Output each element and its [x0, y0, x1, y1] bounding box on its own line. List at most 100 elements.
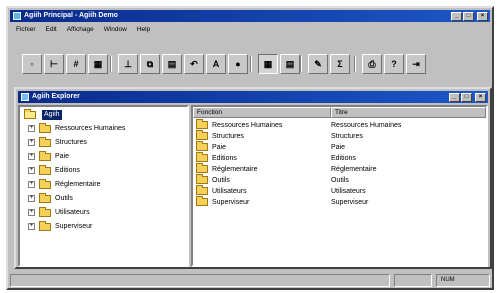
font-icon: A: [212, 59, 220, 69]
expand-icon[interactable]: +: [28, 153, 35, 160]
grid-button[interactable]: #: [66, 54, 86, 74]
minimize-button[interactable]: _: [451, 12, 462, 21]
table-button[interactable]: ▦: [88, 54, 108, 74]
color-button[interactable]: ●: [228, 54, 248, 74]
column-header-fonction[interactable]: Fonction: [193, 107, 331, 118]
folder-icon: [39, 220, 51, 231]
menu-edit[interactable]: Edit: [46, 26, 57, 33]
menu-help[interactable]: Help: [137, 26, 150, 33]
list-item[interactable]: Superviseur Superviseur: [193, 196, 486, 207]
print-preview-icon: ▤: [167, 58, 177, 69]
expand-icon[interactable]: +: [28, 195, 35, 202]
list-item[interactable]: Utilisateurs Utilisateurs: [193, 185, 486, 196]
toolbar-separator: [110, 56, 112, 72]
tree-item[interactable]: + Réglementaire: [28, 178, 101, 191]
font-button[interactable]: A: [206, 54, 226, 74]
menu-window[interactable]: Window: [104, 26, 127, 33]
status-bar: NUM: [10, 274, 490, 288]
function-cell: Paie: [212, 143, 227, 151]
status-message: [10, 274, 390, 287]
close-button[interactable]: ×: [477, 12, 488, 21]
view-small-icon: ▫: [30, 59, 34, 69]
grid-view-icon: ▦: [263, 58, 273, 69]
main-title-bar[interactable]: Agiih Principal - Agiih Demo _ □ ×: [10, 10, 490, 22]
maximize-button[interactable]: □: [463, 12, 474, 21]
toolbar: ▫ ⊢ # ▦ ⊥ ⧉ ▤ ↶ A ● ▦ ▤ ✎ Σ ⎙? ⇥: [22, 54, 492, 75]
window-title: Agiih Principal - Agiih Demo: [24, 12, 118, 19]
pin-button[interactable]: ⊥: [118, 54, 138, 74]
tree-root[interactable]: Agiih: [24, 108, 62, 120]
folder-icon: [196, 196, 208, 206]
folder-icon: [39, 150, 51, 161]
function-cell: Ressources Humaines: [212, 121, 283, 129]
list-pane[interactable]: Fonction Titre Ressources Humaines Ressou…: [191, 105, 488, 267]
list-item[interactable]: Structures Structures: [193, 130, 486, 141]
tree-button[interactable]: ⊢: [44, 54, 64, 74]
explorer-title-bar[interactable]: Agiih Explorer _ □ ×: [18, 91, 488, 103]
help-icon: ?: [391, 59, 397, 69]
list-item[interactable]: Réglementaire Réglementaire: [193, 163, 486, 174]
title-cell: Editions: [331, 154, 356, 162]
status-num-indicator: NUM: [436, 274, 490, 287]
folder-icon: [39, 206, 51, 217]
folder-icon: [196, 141, 208, 151]
folder-open-icon: [24, 108, 36, 119]
menu-affichage[interactable]: Affichage: [67, 26, 94, 33]
expand-icon[interactable]: +: [28, 139, 35, 146]
tree-item-label: Ressources Humaines: [55, 125, 126, 132]
edit-icon: ✎: [314, 58, 322, 69]
explorer-maximize-button[interactable]: □: [461, 93, 472, 102]
app-icon[interactable]: [13, 12, 21, 20]
tree-item[interactable]: + Superviseur: [28, 220, 92, 233]
list-item[interactable]: Outils Outils: [193, 174, 486, 185]
tree-item[interactable]: + Outils: [28, 192, 73, 205]
tree-item-label: Utilisateurs: [55, 209, 90, 216]
help-button[interactable]: ?: [384, 54, 404, 74]
explorer-window: Agiih Explorer _ □ × Agiih + Ressources H…: [14, 87, 492, 269]
tree-item[interactable]: + Structures: [28, 136, 87, 149]
title-cell: Paie: [331, 143, 346, 151]
printer-button[interactable]: ⎙: [362, 54, 382, 74]
expand-icon[interactable]: +: [28, 223, 35, 230]
list-item[interactable]: Editions Editions: [193, 152, 486, 163]
report-button[interactable]: ▤: [280, 54, 300, 74]
copy-button[interactable]: ⧉: [140, 54, 160, 74]
expand-icon[interactable]: +: [28, 209, 35, 216]
folder-icon: [39, 192, 51, 203]
function-cell: Utilisateurs: [212, 187, 247, 195]
tree-item[interactable]: + Utilisateurs: [28, 206, 90, 219]
expand-icon[interactable]: +: [28, 125, 35, 132]
title-cell: Réglementaire: [331, 165, 377, 173]
print-preview-button[interactable]: ▤: [162, 54, 182, 74]
pin-icon: ⊥: [124, 58, 132, 69]
tree-item-label: Editions: [55, 167, 80, 174]
column-header-titre[interactable]: Titre: [331, 107, 486, 118]
sum-button[interactable]: Σ: [330, 54, 350, 74]
folder-icon: [39, 122, 51, 133]
view-small-button[interactable]: ▫: [22, 54, 42, 74]
folder-icon: [196, 152, 208, 162]
tree-item[interactable]: + Editions: [28, 164, 80, 177]
function-cell: Superviseur: [212, 198, 250, 206]
list-item[interactable]: Paie Paie: [193, 141, 486, 152]
edit-button[interactable]: ✎: [308, 54, 328, 74]
grid-view-button[interactable]: ▦: [258, 54, 278, 74]
expand-icon[interactable]: +: [28, 167, 35, 174]
expand-icon[interactable]: +: [28, 181, 35, 188]
toolbar-separator: [250, 56, 252, 72]
undo-button[interactable]: ↶: [184, 54, 204, 74]
tree-icon: ⊢: [50, 58, 58, 69]
explorer-close-button[interactable]: ×: [475, 93, 486, 102]
menu-fichier[interactable]: Fichier: [16, 26, 36, 33]
tree-root-label: Agiih: [42, 109, 62, 120]
tree-pane[interactable]: Agiih + Ressources Humaines + Structures + Pa…: [18, 105, 189, 267]
list-item[interactable]: Ressources Humaines Ressources Humaines: [193, 119, 486, 130]
explorer-minimize-button[interactable]: _: [449, 93, 460, 102]
exit-button[interactable]: ⇥: [406, 54, 426, 74]
explorer-icon[interactable]: [21, 93, 29, 101]
tree-item[interactable]: + Paie: [28, 150, 69, 163]
function-cell: Outils: [212, 176, 230, 184]
tree-item[interactable]: + Ressources Humaines: [28, 122, 125, 135]
printer-icon: ⎙: [368, 58, 376, 69]
title-cell: Utilisateurs: [331, 187, 366, 195]
